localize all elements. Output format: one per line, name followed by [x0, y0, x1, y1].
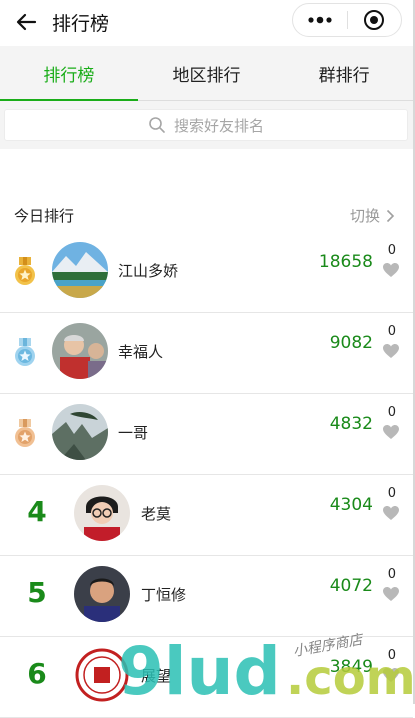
avatar: [52, 323, 108, 379]
like-count: 0: [387, 324, 396, 339]
rank-number: 4: [27, 495, 47, 528]
more-dots-icon: [308, 16, 332, 24]
ranking-row[interactable]: 5 丁恒修 4072 0: [0, 556, 413, 637]
user-name: 丁恒修: [141, 586, 187, 604]
user-name: 老莫: [141, 505, 172, 523]
ranking-row[interactable]: 4 老莫 4304 0: [0, 475, 413, 556]
search-placeholder: 搜索好友排名: [173, 116, 264, 135]
search-input[interactable]: 搜索好友排名: [4, 109, 408, 141]
like-count: 0: [387, 405, 396, 420]
more-button[interactable]: [293, 4, 347, 36]
score: 4304: [329, 495, 373, 515]
nav-bar: 排行榜: [0, 0, 415, 44]
like-count: 0: [387, 243, 396, 258]
section-title: 今日排行: [14, 207, 75, 225]
switch-label: 切换: [349, 207, 380, 225]
ranking-row[interactable]: 6 展望 3849 0: [0, 637, 413, 718]
heart-icon[interactable]: [382, 586, 400, 602]
section-header: 今日排行 切换: [0, 196, 413, 232]
close-button[interactable]: [347, 4, 401, 36]
ranking-row[interactable]: 一哥 4832 0: [0, 394, 413, 475]
rank-number: 5: [27, 576, 47, 609]
score: 9082: [329, 333, 373, 353]
page-title: 排行榜: [52, 13, 110, 35]
like-count: 0: [387, 567, 396, 582]
user-name: 幸福人: [118, 343, 164, 361]
ranking-row[interactable]: 江山多娇 18658 0: [0, 232, 413, 313]
bronze-medal-icon: [12, 418, 38, 450]
switch-button[interactable]: 切换: [350, 205, 395, 226]
avatar: [52, 242, 108, 298]
target-close-icon: [364, 10, 385, 30]
gold-medal-icon: [12, 256, 38, 288]
menu-capsule: [292, 3, 402, 37]
score: 4072: [329, 576, 373, 596]
score: 3849: [329, 657, 373, 677]
tab-region-ranking[interactable]: 地区排行: [138, 46, 276, 100]
heart-icon[interactable]: [382, 262, 400, 278]
back-button[interactable]: [12, 8, 40, 36]
arrow-left-icon: [16, 13, 37, 31]
tab-bar: 排行榜 地区排行 群排行: [0, 46, 413, 101]
silver-medal-icon: [12, 337, 38, 369]
tab-leaderboard[interactable]: 排行榜: [0, 46, 138, 101]
avatar: [74, 647, 130, 703]
chevron-right-icon: [386, 209, 395, 223]
user-name: 展望: [141, 667, 172, 685]
score: 18658: [318, 252, 373, 272]
score: 4832: [329, 414, 373, 434]
heart-icon[interactable]: [382, 505, 400, 521]
like-count: 0: [387, 486, 396, 501]
avatar: [74, 485, 130, 541]
user-name: 江山多娇: [118, 262, 179, 280]
user-name: 一哥: [118, 424, 149, 442]
heart-icon[interactable]: [382, 343, 400, 359]
ranking-row[interactable]: 幸福人 9082 0: [0, 313, 413, 394]
tab-group-ranking[interactable]: 群排行: [275, 46, 413, 100]
search-area: 搜索好友排名: [0, 101, 413, 149]
like-count: 0: [387, 648, 396, 663]
avatar: [52, 404, 108, 460]
rank-number: 6: [27, 657, 47, 690]
heart-icon[interactable]: [382, 667, 400, 683]
ranking-list: 江山多娇 18658 0 幸福人 9082 0 一哥 4832 0 4 老莫 4…: [0, 232, 413, 718]
search-icon: [148, 116, 166, 134]
heart-icon[interactable]: [382, 424, 400, 440]
avatar: [74, 566, 130, 622]
